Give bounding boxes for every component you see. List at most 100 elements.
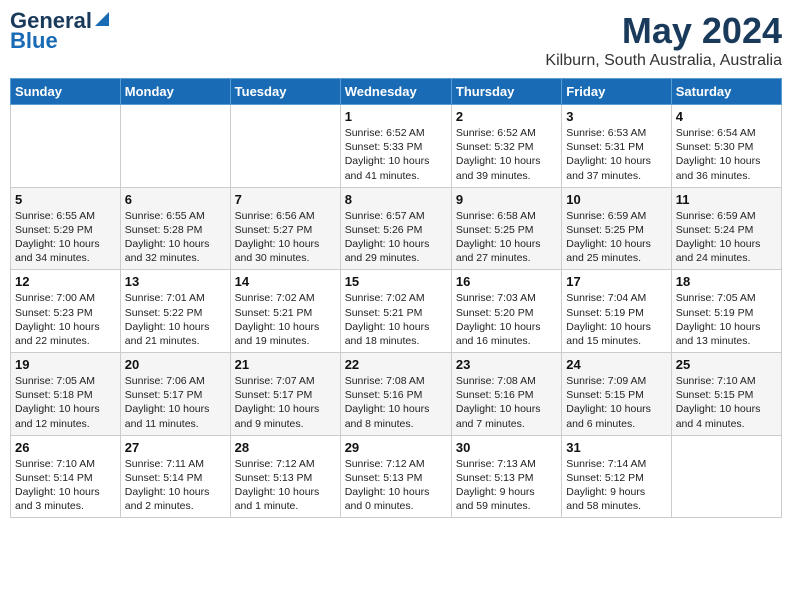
calendar-cell: 20 Sunrise: 7:06 AM Sunset: 5:17 PM Dayli… bbox=[120, 353, 230, 436]
day-number: 13 bbox=[125, 274, 226, 289]
day-info: Sunrise: 7:02 AM Sunset: 5:21 PM Dayligh… bbox=[345, 291, 447, 348]
day-info: Sunrise: 7:06 AM Sunset: 5:17 PM Dayligh… bbox=[125, 374, 226, 431]
calendar-cell: 1 Sunrise: 6:52 AM Sunset: 5:33 PM Daylig… bbox=[340, 105, 451, 188]
calendar-cell: 22Sunrise: 7:08 AM Sunset: 5:16 PM Dayli… bbox=[340, 353, 451, 436]
day-number: 28 bbox=[235, 440, 336, 455]
day-number: 29 bbox=[345, 440, 447, 455]
day-number: 12 bbox=[15, 274, 116, 289]
day-info: Sunrise: 7:14 AM Sunset: 5:12 PM Dayligh… bbox=[566, 457, 666, 514]
day-info: Sunrise: 7:09 AM Sunset: 5:15 PM Dayligh… bbox=[566, 374, 666, 431]
calendar-cell: 23 Sunrise: 7:08 AM Sunset: 5:16 PM Dayli… bbox=[451, 353, 561, 436]
col-header-friday: Friday bbox=[562, 79, 671, 105]
day-info: Sunrise: 7:07 AM Sunset: 5:17 PM Dayligh… bbox=[235, 374, 336, 431]
day-number: 4 bbox=[676, 109, 777, 124]
day-info: Sunrise: 6:59 AM Sunset: 5:24 PM Dayligh… bbox=[676, 209, 777, 266]
calendar-cell: 11 Sunrise: 6:59 AM Sunset: 5:24 PM Dayli… bbox=[671, 187, 781, 270]
logo: General Blue bbox=[10, 10, 111, 53]
calendar-cell: 25Sunrise: 7:10 AM Sunset: 5:15 PM Dayli… bbox=[671, 353, 781, 436]
calendar-cell bbox=[120, 105, 230, 188]
title-area: May 2024 Kilburn, South Australia, Austr… bbox=[545, 10, 782, 70]
calendar-cell: 21Sunrise: 7:07 AM Sunset: 5:17 PM Dayli… bbox=[230, 353, 340, 436]
day-number: 1 bbox=[345, 109, 447, 124]
day-info: Sunrise: 7:12 AM Sunset: 5:13 PM Dayligh… bbox=[235, 457, 336, 514]
day-info: Sunrise: 6:52 AM Sunset: 5:32 PM Dayligh… bbox=[456, 126, 557, 183]
day-info: Sunrise: 7:10 AM Sunset: 5:14 PM Dayligh… bbox=[15, 457, 116, 514]
day-info: Sunrise: 7:11 AM Sunset: 5:14 PM Dayligh… bbox=[125, 457, 226, 514]
day-info: Sunrise: 7:05 AM Sunset: 5:18 PM Dayligh… bbox=[15, 374, 116, 431]
day-number: 17 bbox=[566, 274, 666, 289]
day-info: Sunrise: 7:02 AM Sunset: 5:21 PM Dayligh… bbox=[235, 291, 336, 348]
calendar-cell: 26 Sunrise: 7:10 AM Sunset: 5:14 PM Dayli… bbox=[11, 435, 121, 518]
day-info: Sunrise: 6:56 AM Sunset: 5:27 PM Dayligh… bbox=[235, 209, 336, 266]
calendar-cell: 3 Sunrise: 6:53 AM Sunset: 5:31 PM Daylig… bbox=[562, 105, 671, 188]
day-number: 15 bbox=[345, 274, 447, 289]
day-info: Sunrise: 6:52 AM Sunset: 5:33 PM Dayligh… bbox=[345, 126, 447, 183]
day-info: Sunrise: 7:12 AM Sunset: 5:13 PM Dayligh… bbox=[345, 457, 447, 514]
calendar-cell: 14Sunrise: 7:02 AM Sunset: 5:21 PM Dayli… bbox=[230, 270, 340, 353]
calendar-cell: 30 Sunrise: 7:13 AM Sunset: 5:13 PM Dayli… bbox=[451, 435, 561, 518]
day-info: Sunrise: 6:55 AM Sunset: 5:28 PM Dayligh… bbox=[125, 209, 226, 266]
calendar-cell: 19 Sunrise: 7:05 AM Sunset: 5:18 PM Dayli… bbox=[11, 353, 121, 436]
day-number: 11 bbox=[676, 192, 777, 207]
calendar-cell: 31 Sunrise: 7:14 AM Sunset: 5:12 PM Dayli… bbox=[562, 435, 671, 518]
day-number: 25 bbox=[676, 357, 777, 372]
day-number: 27 bbox=[125, 440, 226, 455]
calendar-cell: 27 Sunrise: 7:11 AM Sunset: 5:14 PM Dayli… bbox=[120, 435, 230, 518]
day-info: Sunrise: 6:59 AM Sunset: 5:25 PM Dayligh… bbox=[566, 209, 666, 266]
header-row: SundayMondayTuesdayWednesdayThursdayFrid… bbox=[11, 79, 782, 105]
day-info: Sunrise: 6:55 AM Sunset: 5:29 PM Dayligh… bbox=[15, 209, 116, 266]
col-header-tuesday: Tuesday bbox=[230, 79, 340, 105]
location-subtitle: Kilburn, South Australia, Australia bbox=[545, 52, 782, 70]
calendar-cell: 5Sunrise: 6:55 AM Sunset: 5:29 PM Daylig… bbox=[11, 187, 121, 270]
calendar-cell: 6 Sunrise: 6:55 AM Sunset: 5:28 PM Daylig… bbox=[120, 187, 230, 270]
col-header-monday: Monday bbox=[120, 79, 230, 105]
calendar-cell: 13 Sunrise: 7:01 AM Sunset: 5:22 PM Dayli… bbox=[120, 270, 230, 353]
day-number: 16 bbox=[456, 274, 557, 289]
calendar-cell: 4Sunrise: 6:54 AM Sunset: 5:30 PM Daylig… bbox=[671, 105, 781, 188]
calendar-cell: 10Sunrise: 6:59 AM Sunset: 5:25 PM Dayli… bbox=[562, 187, 671, 270]
calendar-cell: 18Sunrise: 7:05 AM Sunset: 5:19 PM Dayli… bbox=[671, 270, 781, 353]
week-row-3: 12Sunrise: 7:00 AM Sunset: 5:23 PM Dayli… bbox=[11, 270, 782, 353]
day-number: 18 bbox=[676, 274, 777, 289]
day-info: Sunrise: 6:57 AM Sunset: 5:26 PM Dayligh… bbox=[345, 209, 447, 266]
calendar-cell: 8Sunrise: 6:57 AM Sunset: 5:26 PM Daylig… bbox=[340, 187, 451, 270]
calendar-cell bbox=[230, 105, 340, 188]
day-number: 20 bbox=[125, 357, 226, 372]
week-row-2: 5Sunrise: 6:55 AM Sunset: 5:29 PM Daylig… bbox=[11, 187, 782, 270]
calendar-cell: 2 Sunrise: 6:52 AM Sunset: 5:32 PM Daylig… bbox=[451, 105, 561, 188]
day-info: Sunrise: 7:03 AM Sunset: 5:20 PM Dayligh… bbox=[456, 291, 557, 348]
day-number: 2 bbox=[456, 109, 557, 124]
calendar-cell: 7Sunrise: 6:56 AM Sunset: 5:27 PM Daylig… bbox=[230, 187, 340, 270]
day-number: 22 bbox=[345, 357, 447, 372]
day-number: 31 bbox=[566, 440, 666, 455]
calendar-cell bbox=[671, 435, 781, 518]
calendar-table: SundayMondayTuesdayWednesdayThursdayFrid… bbox=[10, 78, 782, 518]
logo-arrow-icon bbox=[93, 10, 111, 28]
col-header-thursday: Thursday bbox=[451, 79, 561, 105]
col-header-sunday: Sunday bbox=[11, 79, 121, 105]
day-info: Sunrise: 6:58 AM Sunset: 5:25 PM Dayligh… bbox=[456, 209, 557, 266]
day-info: Sunrise: 7:04 AM Sunset: 5:19 PM Dayligh… bbox=[566, 291, 666, 348]
day-info: Sunrise: 7:08 AM Sunset: 5:16 PM Dayligh… bbox=[456, 374, 557, 431]
day-info: Sunrise: 7:13 AM Sunset: 5:13 PM Dayligh… bbox=[456, 457, 557, 514]
col-header-saturday: Saturday bbox=[671, 79, 781, 105]
week-row-1: 1 Sunrise: 6:52 AM Sunset: 5:33 PM Daylig… bbox=[11, 105, 782, 188]
calendar-cell: 15 Sunrise: 7:02 AM Sunset: 5:21 PM Dayli… bbox=[340, 270, 451, 353]
calendar-cell: 28 Sunrise: 7:12 AM Sunset: 5:13 PM Dayli… bbox=[230, 435, 340, 518]
day-info: Sunrise: 6:53 AM Sunset: 5:31 PM Dayligh… bbox=[566, 126, 666, 183]
day-number: 23 bbox=[456, 357, 557, 372]
col-header-wednesday: Wednesday bbox=[340, 79, 451, 105]
calendar-cell: 9Sunrise: 6:58 AM Sunset: 5:25 PM Daylig… bbox=[451, 187, 561, 270]
day-info: Sunrise: 7:01 AM Sunset: 5:22 PM Dayligh… bbox=[125, 291, 226, 348]
day-number: 24 bbox=[566, 357, 666, 372]
calendar-cell: 17 Sunrise: 7:04 AM Sunset: 5:19 PM Dayli… bbox=[562, 270, 671, 353]
page-header: General Blue May 2024 Kilburn, South Aus… bbox=[10, 10, 782, 70]
day-number: 30 bbox=[456, 440, 557, 455]
day-number: 19 bbox=[15, 357, 116, 372]
day-number: 6 bbox=[125, 192, 226, 207]
calendar-cell: 12Sunrise: 7:00 AM Sunset: 5:23 PM Dayli… bbox=[11, 270, 121, 353]
week-row-5: 26 Sunrise: 7:10 AM Sunset: 5:14 PM Dayli… bbox=[11, 435, 782, 518]
day-number: 3 bbox=[566, 109, 666, 124]
calendar-cell bbox=[11, 105, 121, 188]
day-number: 26 bbox=[15, 440, 116, 455]
